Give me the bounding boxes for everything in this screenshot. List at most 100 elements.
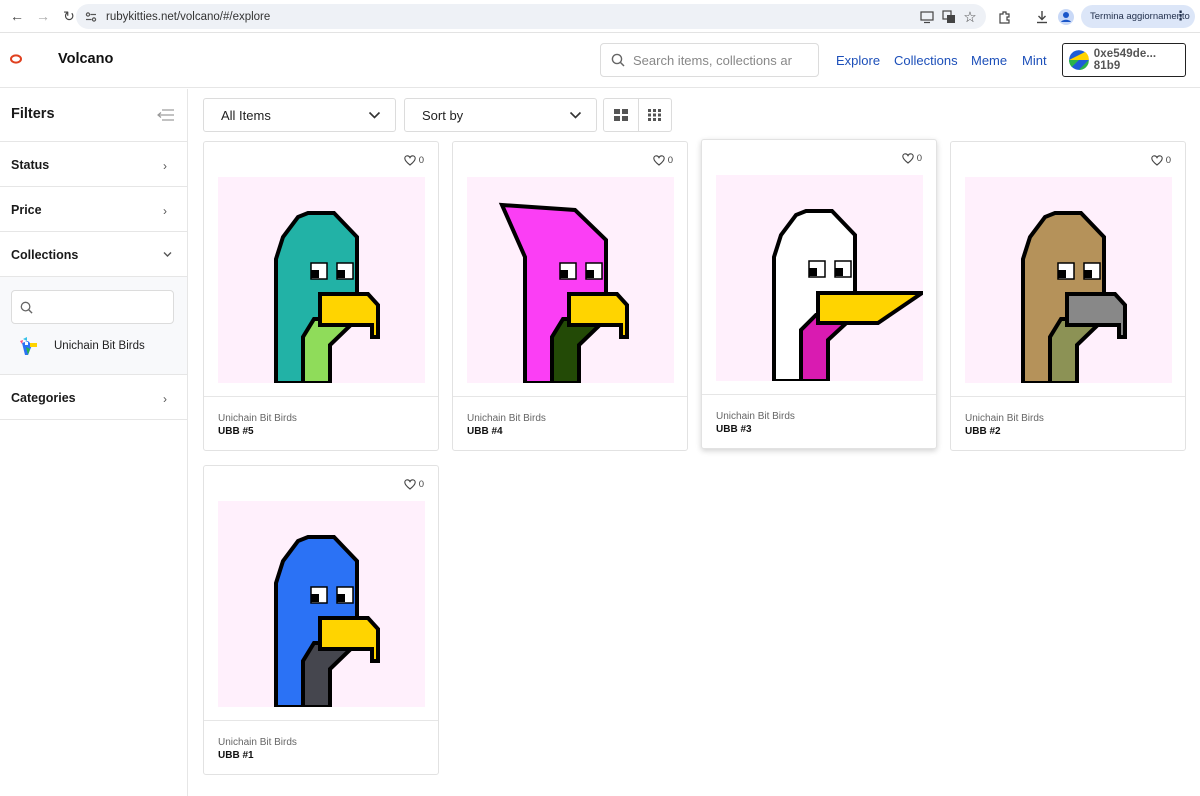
card-meta: Unichain Bit Birds UBB #4 bbox=[453, 396, 687, 452]
nft-card[interactable]: 0 Unichain Bit Birds UBB #1 bbox=[203, 465, 439, 775]
site-settings-icon[interactable] bbox=[84, 10, 98, 24]
collapse-sidebar-icon[interactable] bbox=[157, 108, 175, 122]
chevron-down-icon bbox=[569, 111, 582, 119]
like-count: 0 bbox=[667, 155, 673, 166]
bird-pupil bbox=[311, 270, 319, 278]
menu-dots-icon: ⋮ bbox=[1174, 8, 1187, 23]
nav-collections[interactable]: Collections bbox=[894, 53, 958, 68]
logo[interactable]: Volcano bbox=[10, 51, 113, 67]
heart-icon bbox=[1150, 155, 1163, 166]
card-collection-name: Unichain Bit Birds bbox=[716, 411, 795, 422]
items-filter-select[interactable]: All Items bbox=[203, 98, 396, 132]
url-text[interactable]: rubykitties.net/volcano/#/explore bbox=[106, 11, 270, 23]
address-bar[interactable]: rubykitties.net/volcano/#/explore bbox=[76, 4, 986, 29]
card-item-name: UBB #3 bbox=[716, 424, 752, 435]
nft-image[interactable] bbox=[218, 177, 425, 383]
filters-sidebar: Filters Status › Price › Collections Uni… bbox=[0, 89, 188, 796]
wallet-button[interactable]: 0xe549de... 81b9 bbox=[1062, 43, 1186, 77]
filter-price-label: Price bbox=[11, 203, 42, 217]
like-button[interactable]: 0 bbox=[901, 153, 922, 164]
bird-pupil bbox=[1058, 270, 1066, 278]
filter-collections[interactable]: Collections bbox=[0, 232, 187, 277]
like-button[interactable]: 0 bbox=[403, 155, 424, 166]
bird-pupil bbox=[337, 270, 345, 278]
card-item-name: UBB #1 bbox=[218, 750, 254, 761]
filter-collections-label: Collections bbox=[11, 248, 79, 262]
nav-meme[interactable]: Meme bbox=[971, 53, 1007, 68]
bird-pupil bbox=[337, 594, 345, 602]
card-collection-name: Unichain Bit Birds bbox=[965, 413, 1044, 424]
search-icon bbox=[611, 53, 625, 67]
heart-icon bbox=[652, 155, 665, 166]
chevron-down-icon bbox=[163, 252, 172, 257]
downloads-icon[interactable] bbox=[1033, 8, 1051, 26]
chevron-right-icon: › bbox=[163, 204, 167, 218]
filter-status-label: Status bbox=[11, 158, 50, 172]
brand-name: Volcano bbox=[58, 51, 114, 67]
nav-explore[interactable]: Explore bbox=[836, 53, 880, 68]
extensions-icon[interactable] bbox=[996, 8, 1014, 26]
collection-search-input[interactable] bbox=[39, 300, 169, 314]
bird-pupil bbox=[809, 268, 817, 276]
nft-card[interactable]: 0 Unichain Bit Birds UBB #4 bbox=[452, 141, 688, 451]
card-meta: Unichain Bit Birds UBB #1 bbox=[204, 720, 438, 776]
small-grid-button[interactable] bbox=[637, 99, 672, 131]
heart-icon bbox=[403, 155, 416, 166]
filter-categories-label: Categories bbox=[11, 391, 76, 405]
nft-card[interactable]: 0 Unichain Bit Birds UBB #5 bbox=[203, 141, 439, 451]
wallet-avatar bbox=[1069, 50, 1089, 70]
nft-image[interactable] bbox=[218, 501, 425, 707]
bird-beak bbox=[816, 291, 923, 325]
card-item-name: UBB #5 bbox=[218, 426, 254, 437]
chevron-right-icon: › bbox=[163, 392, 167, 406]
app-header: Volcano Explore Collections Meme Mint 0x… bbox=[0, 33, 1200, 88]
bird-pupil bbox=[560, 270, 568, 278]
sort-select[interactable]: Sort by bbox=[404, 98, 597, 132]
sort-value: Sort by bbox=[422, 107, 464, 123]
collection-bird-icon bbox=[20, 337, 37, 355]
card-meta: Unichain Bit Birds UBB #2 bbox=[951, 396, 1185, 452]
nav-mint[interactable]: Mint bbox=[1022, 53, 1047, 68]
like-count: 0 bbox=[418, 479, 424, 490]
bird-body bbox=[301, 641, 362, 707]
like-count: 0 bbox=[418, 155, 424, 166]
collection-option[interactable]: Unichain Bit Birds bbox=[18, 335, 145, 357]
like-count: 0 bbox=[916, 153, 922, 164]
bird-body bbox=[550, 317, 611, 383]
card-collection-name: Unichain Bit Birds bbox=[218, 737, 297, 748]
heart-icon bbox=[403, 479, 416, 490]
browser-toolbar: ← → ↻ rubykitties.net/volcano/#/explore … bbox=[0, 0, 1200, 33]
filters-title: Filters bbox=[11, 106, 55, 122]
bird-body bbox=[1048, 317, 1109, 383]
bird-pupil bbox=[311, 594, 319, 602]
bird-body bbox=[301, 317, 362, 383]
nft-image[interactable] bbox=[965, 177, 1172, 383]
search-input[interactable] bbox=[633, 52, 803, 68]
nft-image[interactable] bbox=[716, 175, 923, 381]
large-grid-icon bbox=[613, 109, 628, 121]
like-button[interactable]: 0 bbox=[652, 155, 673, 166]
bird-pupil bbox=[835, 268, 843, 276]
global-search[interactable] bbox=[600, 43, 819, 77]
nft-card[interactable]: 0 Unichain Bit Birds UBB #3 bbox=[701, 139, 937, 449]
nft-image[interactable] bbox=[467, 177, 674, 383]
like-button[interactable]: 0 bbox=[1150, 155, 1171, 166]
items-filter-value: All Items bbox=[221, 107, 271, 123]
forward-icon[interactable]: → bbox=[32, 5, 54, 27]
card-collection-name: Unichain Bit Birds bbox=[218, 413, 297, 424]
back-icon[interactable]: ← bbox=[6, 5, 28, 27]
install-app-icon[interactable] bbox=[918, 8, 936, 26]
translate-icon[interactable] bbox=[940, 8, 958, 26]
profile-icon[interactable] bbox=[1057, 8, 1075, 26]
card-collection-name: Unichain Bit Birds bbox=[467, 413, 546, 424]
filter-status[interactable]: Status › bbox=[0, 142, 187, 187]
bird-pupil bbox=[1084, 270, 1092, 278]
collection-search[interactable] bbox=[11, 290, 174, 324]
bookmark-star-icon[interactable]: ☆ bbox=[961, 8, 979, 26]
large-grid-button[interactable] bbox=[604, 99, 638, 131]
update-browser-button[interactable]: Termina aggiornamento ⋮ bbox=[1081, 5, 1195, 28]
like-button[interactable]: 0 bbox=[403, 479, 424, 490]
nft-card[interactable]: 0 Unichain Bit Birds UBB #2 bbox=[950, 141, 1186, 451]
filter-price[interactable]: Price › bbox=[0, 187, 187, 232]
filter-categories[interactable]: Categories › bbox=[0, 375, 187, 420]
